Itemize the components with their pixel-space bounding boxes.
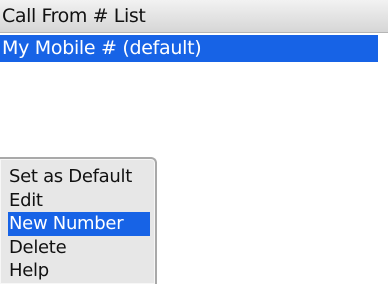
menu-item-label: Set as Default	[9, 166, 132, 187]
menu-item-new-number[interactable]: New Number	[8, 212, 150, 236]
list-item-my-mobile[interactable]: My Mobile # (default)	[0, 35, 378, 62]
context-menu: Set as Default Edit New Number Delete He…	[0, 157, 157, 284]
menu-item-label: Help	[9, 260, 49, 281]
menu-item-label: Delete	[9, 237, 67, 258]
menu-item-label: New Number	[9, 213, 124, 234]
menu-item-delete[interactable]: Delete	[8, 236, 150, 260]
menu-item-edit[interactable]: Edit	[8, 189, 150, 213]
page-title: Call From # List	[2, 5, 146, 27]
menu-item-label: Edit	[9, 190, 43, 211]
menu-item-help[interactable]: Help	[8, 259, 150, 283]
title-bar: Call From # List	[0, 0, 388, 33]
list-item-label: My Mobile # (default)	[2, 37, 202, 59]
menu-item-set-as-default[interactable]: Set as Default	[8, 165, 150, 189]
